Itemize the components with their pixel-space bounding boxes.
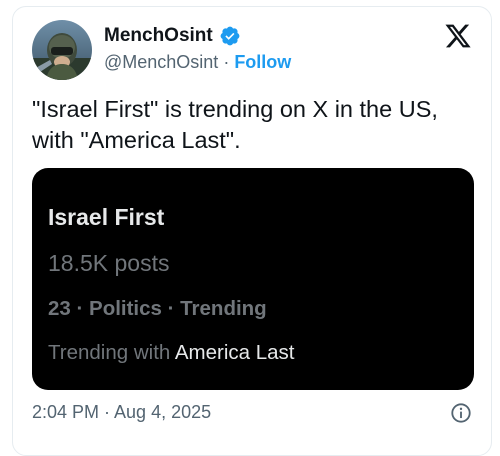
author-handle[interactable]: @MenchOsint	[104, 52, 218, 73]
trend-meta: 23 · Politics · Trending	[48, 297, 267, 320]
trend-post-count: 18.5K posts	[48, 250, 170, 276]
trend-related: Trending with America Last	[48, 341, 295, 365]
trend-related-term[interactable]: America Last	[175, 341, 295, 364]
follow-button[interactable]: Follow	[234, 52, 291, 73]
x-logo-icon[interactable]	[444, 22, 472, 50]
avatar-image	[32, 20, 92, 80]
trend-related-prefix: Trending with	[48, 341, 175, 364]
author-handle-row: @MenchOsint · Follow	[104, 52, 291, 73]
author-display-name[interactable]: MenchOsint	[104, 25, 213, 47]
author-name-row: MenchOsint	[104, 25, 241, 47]
trend-card[interactable]: Israel First 18.5K posts 23 · Politics ·…	[32, 168, 474, 390]
trend-title: Israel First	[48, 204, 165, 230]
verified-badge-icon	[219, 25, 241, 47]
avatar[interactable]	[32, 20, 92, 80]
separator-dot: ·	[223, 52, 230, 72]
tweet-timestamp[interactable]: 2:04 PM · Aug 4, 2025	[32, 402, 211, 423]
tweet-text: "Israel First" is trending on X in the U…	[32, 96, 438, 153]
info-icon[interactable]	[450, 402, 472, 424]
